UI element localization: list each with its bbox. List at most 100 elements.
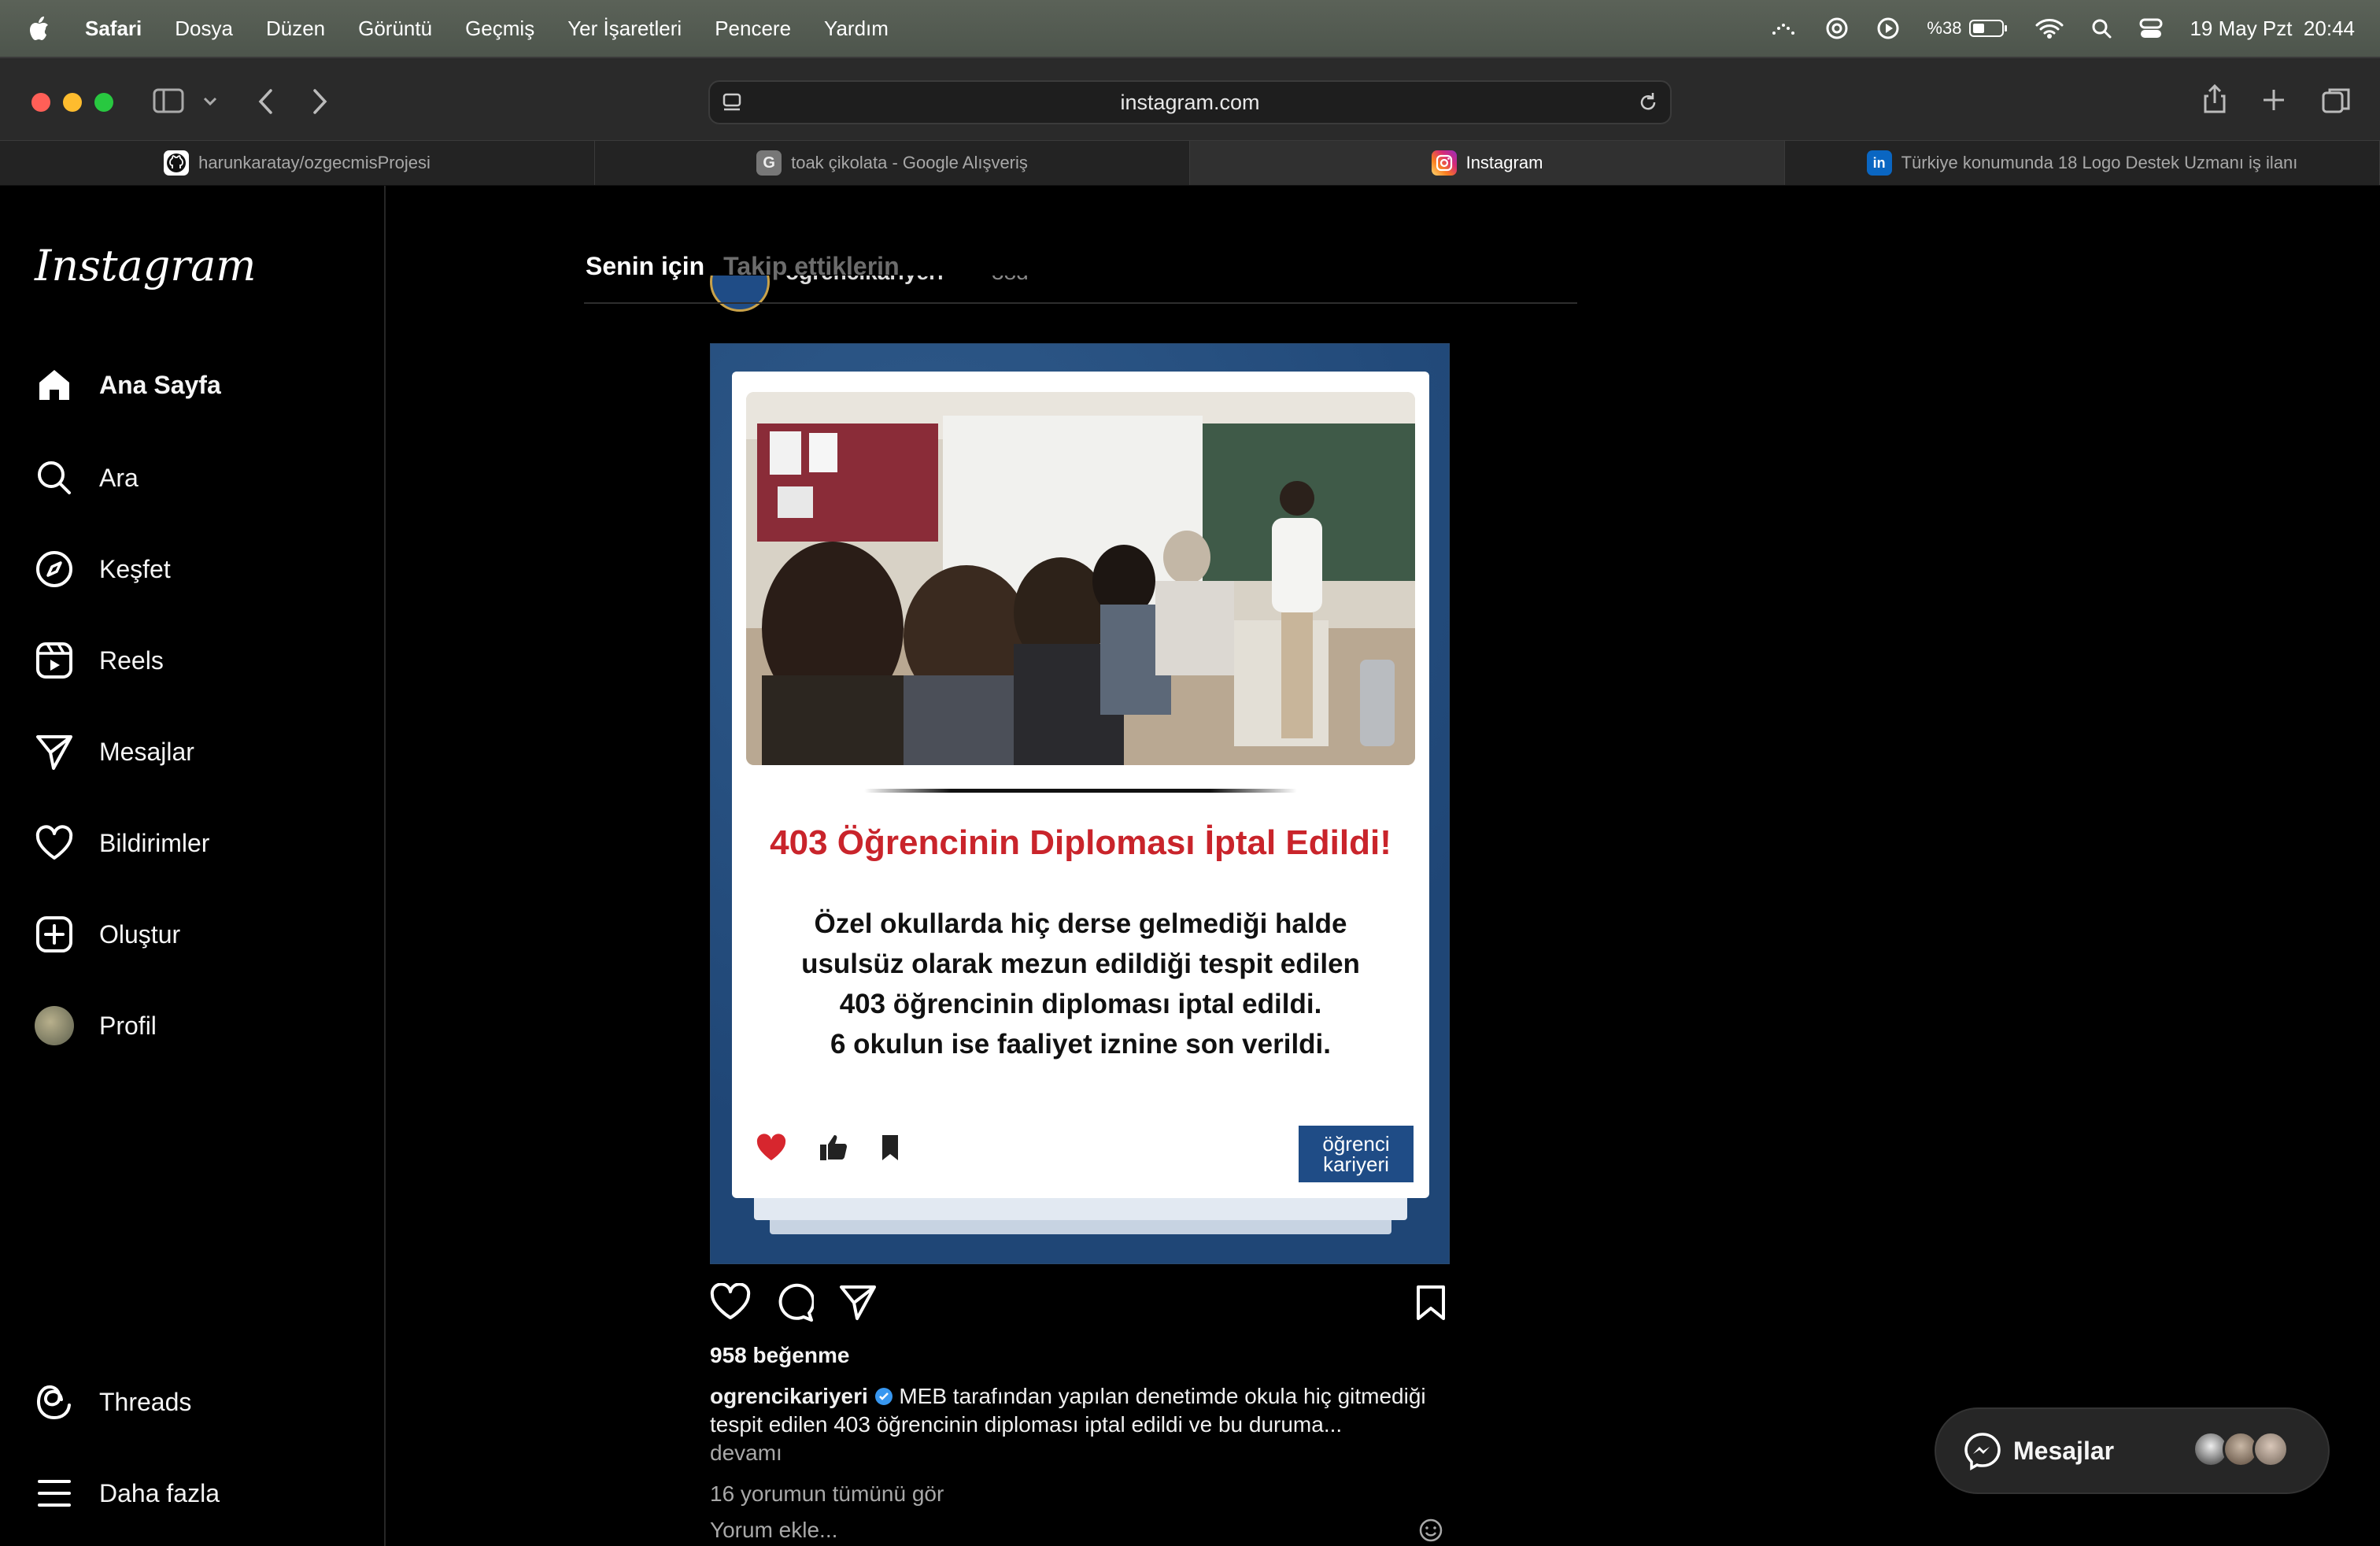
brand-logo: öğrenci kariyeri <box>1299 1126 1414 1182</box>
menu-dosya[interactable]: Dosya <box>175 17 233 41</box>
menu-goruntu[interactable]: Görüntü <box>358 17 432 41</box>
bookmark-icon <box>882 1135 898 1160</box>
comment-input[interactable]: Yorum ekle... <box>710 1518 837 1543</box>
messages-pill[interactable]: Mesajlar <box>1935 1407 2330 1494</box>
tab-for-you[interactable]: Senin için <box>586 252 704 281</box>
new-tab-icon[interactable] <box>2262 88 2286 116</box>
nav-threads[interactable]: Threads <box>35 1382 191 1422</box>
share-post-button[interactable] <box>839 1283 877 1321</box>
reload-icon[interactable] <box>1637 91 1659 119</box>
comment-button[interactable] <box>774 1283 814 1322</box>
page-settings-icon[interactable] <box>721 91 743 119</box>
threads-icon <box>36 1385 71 1420</box>
home-icon <box>39 370 69 400</box>
heart-icon <box>35 825 73 860</box>
tab-instagram[interactable]: Instagram <box>1190 141 1785 185</box>
tab-overview-icon[interactable] <box>2322 87 2350 117</box>
like-button[interactable] <box>710 1283 751 1321</box>
back-icon[interactable] <box>257 88 274 119</box>
nav-search[interactable]: Ara <box>35 458 139 497</box>
post-caption: ogrencikariyeri MEB tarafından yapılan d… <box>710 1382 1458 1467</box>
tab-linkedin[interactable]: in Türkiye konumunda 18 Logo Destek Uzma… <box>1785 141 2380 185</box>
brand-text: öğrenci <box>1322 1132 1390 1156</box>
battery-icon[interactable] <box>1969 18 2009 39</box>
control-center-icon[interactable] <box>2139 17 2163 40</box>
screen-mirroring-icon[interactable] <box>1769 19 1798 38</box>
reels-icon <box>36 642 72 679</box>
nav-label: Mesajlar <box>99 737 194 766</box>
menu-pencere[interactable]: Pencere <box>715 17 791 41</box>
save-button[interactable] <box>1415 1285 1447 1321</box>
card-headline: 403 Öğrencinin Diploması İptal Edildi! <box>770 823 1391 862</box>
nav-label: Oluştur <box>99 919 181 949</box>
nav-more[interactable]: Daha fazla <box>35 1474 220 1513</box>
chevron-down-icon[interactable] <box>203 96 217 110</box>
like-count[interactable]: 958 beğenme <box>710 1343 849 1368</box>
wifi-icon[interactable] <box>2035 17 2064 39</box>
send-icon <box>36 735 72 770</box>
chatgpt-icon[interactable] <box>1824 16 1850 41</box>
clock[interactable]: 19 May Pzt 20:44 <box>2190 17 2355 41</box>
play-icon[interactable] <box>1876 17 1900 40</box>
sidebar-toggle-icon[interactable] <box>153 88 184 117</box>
address-bar[interactable]: instagram.com <box>708 80 1672 124</box>
card-body-line: 403 öğrencinin diploması iptal edildi. <box>839 989 1322 1019</box>
post-actions <box>710 1283 1450 1324</box>
feed-tabs: Senin için Takip ettiklerin <box>586 252 900 281</box>
menu-gecmis[interactable]: Geçmiş <box>465 17 534 41</box>
share-icon[interactable] <box>2202 83 2227 119</box>
card-body-line: 6 okulun ise faaliyet iznine son verildi… <box>830 1029 1331 1060</box>
linkedin-icon: in <box>1866 150 1892 176</box>
nav-home[interactable]: Ana Sayfa <box>35 365 221 405</box>
classroom-photo <box>746 392 1415 765</box>
tab-label: Instagram <box>1465 153 1543 172</box>
tab-bar: harunkaratay/ozgecmisProjesi G toak çiko… <box>0 140 2380 186</box>
zoom-window-button[interactable] <box>94 93 113 112</box>
nav-reels[interactable]: Reels <box>35 641 164 680</box>
compass-icon <box>36 551 72 587</box>
nav-explore[interactable]: Keşfet <box>35 549 171 589</box>
menu-yer-isaretleri[interactable]: Yer İşaretleri <box>567 17 682 41</box>
instagram-sidebar: Instagram Ana Sayfa Ara Keşfet Reels Mes… <box>0 186 386 1546</box>
caption-username[interactable]: ogrencikariyeri <box>710 1384 868 1408</box>
nav-label: Bildirimler <box>99 828 210 857</box>
nav-profile[interactable]: Profil <box>35 1006 157 1045</box>
heart-icon <box>756 1134 786 1160</box>
card-body-line: usulsüz olarak mezun edildiği tespit edi… <box>801 949 1360 979</box>
search-icon <box>38 461 71 494</box>
thumbs-up-icon <box>820 1135 847 1160</box>
tab-label: Türkiye konumunda 18 Logo Destek Uzmanı … <box>1901 153 2298 172</box>
tab-google-shopping[interactable]: G toak çikolata - Google Alışveriş <box>595 141 1190 185</box>
card-body-line: Özel okullarda hiç derse gelmediği halde <box>814 908 1347 939</box>
tab-following[interactable]: Takip ettiklerin <box>723 252 899 281</box>
tab-label: harunkaratay/ozgecmisProjesi <box>198 153 431 172</box>
menu-duzen[interactable]: Düzen <box>266 17 325 41</box>
nav-label: Ana Sayfa <box>99 370 221 399</box>
menu-app-name[interactable]: Safari <box>85 17 142 41</box>
search-icon[interactable] <box>2090 17 2112 39</box>
view-comments-link[interactable]: 16 yorumun tümünü gör <box>710 1481 944 1507</box>
caption-more-link[interactable]: devamı <box>710 1441 782 1465</box>
nav-label: Ara <box>99 463 139 492</box>
browser-toolbar: instagram.com <box>0 57 2380 140</box>
minimize-window-button[interactable] <box>63 93 82 112</box>
nav-notifications[interactable]: Bildirimler <box>35 823 209 863</box>
menu-yardim[interactable]: Yardım <box>824 17 889 41</box>
emoji-icon[interactable] <box>1418 1518 1443 1543</box>
brand-text: kariyeri <box>1323 1152 1389 1176</box>
nav-messages[interactable]: Mesajlar <box>35 732 194 771</box>
url-text[interactable]: instagram.com <box>1120 91 1259 115</box>
tab-github[interactable]: harunkaratay/ozgecmisProjesi <box>0 141 595 185</box>
apple-icon[interactable] <box>28 16 71 41</box>
instagram-icon <box>1431 150 1457 176</box>
menu-bar: Safari Dosya Düzen Görüntü Geçmiş Yer İş… <box>0 0 2380 57</box>
nav-create[interactable]: Oluştur <box>35 915 180 954</box>
nav-label: Threads <box>99 1387 192 1416</box>
forward-icon[interactable] <box>312 88 329 119</box>
tab-label: toak çikolata - Google Alışveriş <box>791 153 1028 172</box>
verified-badge-icon <box>874 1388 893 1405</box>
feed-tabs-divider <box>584 302 1577 304</box>
close-window-button[interactable] <box>31 93 50 112</box>
instagram-logo[interactable]: Instagram <box>35 241 257 290</box>
post-header: ogrencikariyeri 38d <box>710 276 1418 313</box>
